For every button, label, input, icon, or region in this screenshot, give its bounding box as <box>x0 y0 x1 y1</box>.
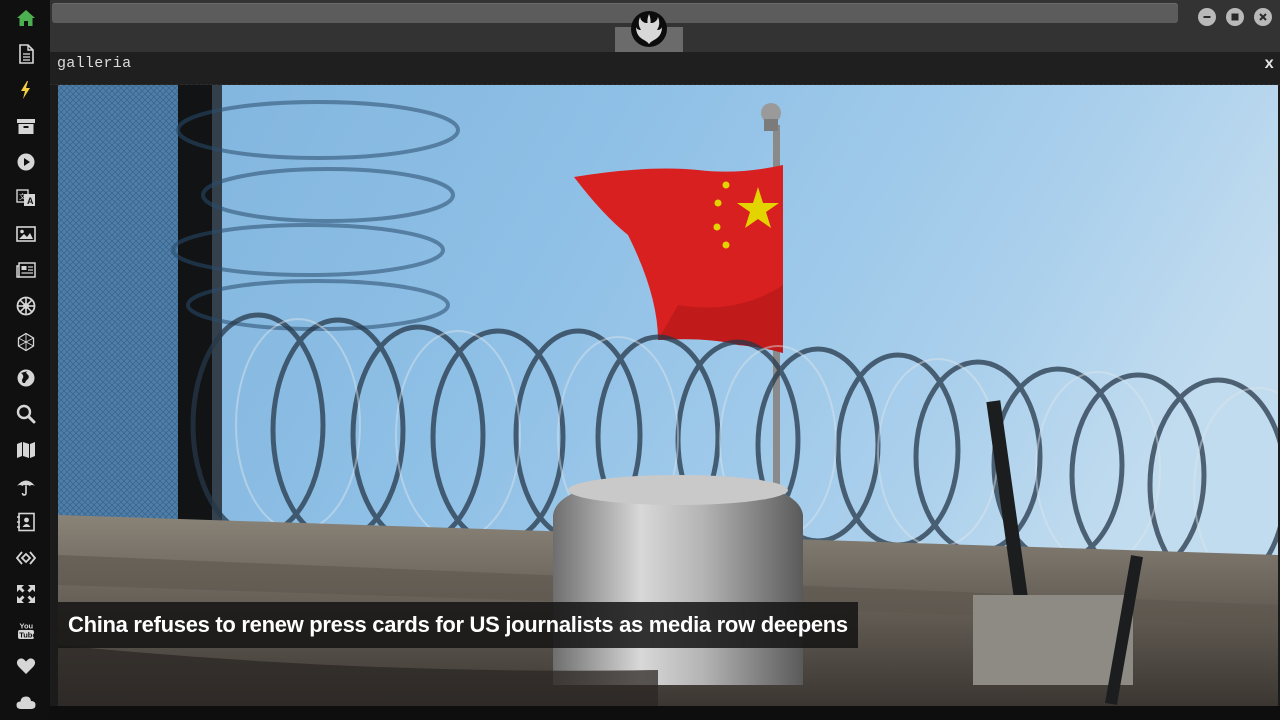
code-diamond-icon <box>16 551 36 565</box>
sidebar-item-globe[interactable] <box>13 365 39 391</box>
sidebar: A文 You Tube <box>0 0 50 720</box>
minimize-icon <box>1203 16 1211 18</box>
gallery-panel: galleria x China refuses to renew press … <box>50 52 1280 720</box>
svg-text:A: A <box>27 196 34 206</box>
globe-icon <box>17 369 35 387</box>
search-icon <box>16 404 36 424</box>
document-icon <box>19 44 34 64</box>
sidebar-item-contact-card[interactable] <box>13 509 39 535</box>
photo-caption: China refuses to renew press cards for U… <box>58 602 858 648</box>
sidebar-item-umbrella[interactable] <box>13 473 39 499</box>
rebel-alliance-icon[interactable] <box>628 8 670 50</box>
sidebar-item-hexagon-network[interactable] <box>13 329 39 355</box>
sidebar-item-code-diamond[interactable] <box>13 545 39 571</box>
svg-text:Tube: Tube <box>19 631 36 640</box>
youtube-icon: YouTube <box>18 622 36 640</box>
maximize-icon <box>1231 13 1239 21</box>
home-icon <box>17 10 35 26</box>
svg-text:文: 文 <box>19 192 26 201</box>
address-bar[interactable] <box>52 3 1178 23</box>
svg-text:You: You <box>20 622 34 631</box>
newspaper-icon <box>16 262 36 278</box>
sidebar-item-youtube[interactable]: You Tube <box>13 617 39 643</box>
top-bar <box>50 0 1280 52</box>
play-icon <box>17 153 35 171</box>
sidebar-item-lightning[interactable] <box>13 77 39 103</box>
translate-icon: A文 <box>16 189 35 206</box>
map-icon <box>17 442 35 458</box>
close-window-button[interactable] <box>1254 8 1272 26</box>
contact-card-icon <box>17 512 35 532</box>
sidebar-item-archive[interactable] <box>13 113 39 139</box>
sidebar-item-heart[interactable] <box>13 653 39 679</box>
gallery-close-button[interactable]: x <box>1264 55 1274 73</box>
hexagon-network-icon <box>17 332 35 352</box>
expand-arrows-icon <box>17 585 35 603</box>
sidebar-item-home[interactable] <box>13 5 39 31</box>
sidebar-item-newspaper[interactable] <box>13 257 39 283</box>
close-icon <box>1259 13 1267 21</box>
sidebar-item-cloud[interactable] <box>13 689 39 715</box>
sidebar-item-translate[interactable]: A文 <box>13 185 39 211</box>
gallery-title: galleria <box>57 55 132 72</box>
cloud-icon <box>16 696 36 709</box>
empire-icon <box>16 296 36 316</box>
minimize-button[interactable] <box>1198 8 1216 26</box>
lightning-icon <box>21 81 30 99</box>
sidebar-item-search[interactable] <box>13 401 39 427</box>
image-icon <box>16 226 36 242</box>
sidebar-item-play[interactable] <box>13 149 39 175</box>
archive-icon <box>17 119 35 134</box>
sidebar-item-image[interactable] <box>13 221 39 247</box>
bottom-bar <box>50 706 1280 720</box>
heart-icon <box>16 658 36 674</box>
gallery-header: galleria x <box>50 52 1280 85</box>
sidebar-item-map[interactable] <box>13 437 39 463</box>
maximize-button[interactable] <box>1226 8 1244 26</box>
sidebar-item-empire[interactable] <box>13 293 39 319</box>
sidebar-item-document[interactable] <box>13 41 39 67</box>
sidebar-item-expand[interactable] <box>13 581 39 607</box>
umbrella-icon <box>17 480 35 496</box>
